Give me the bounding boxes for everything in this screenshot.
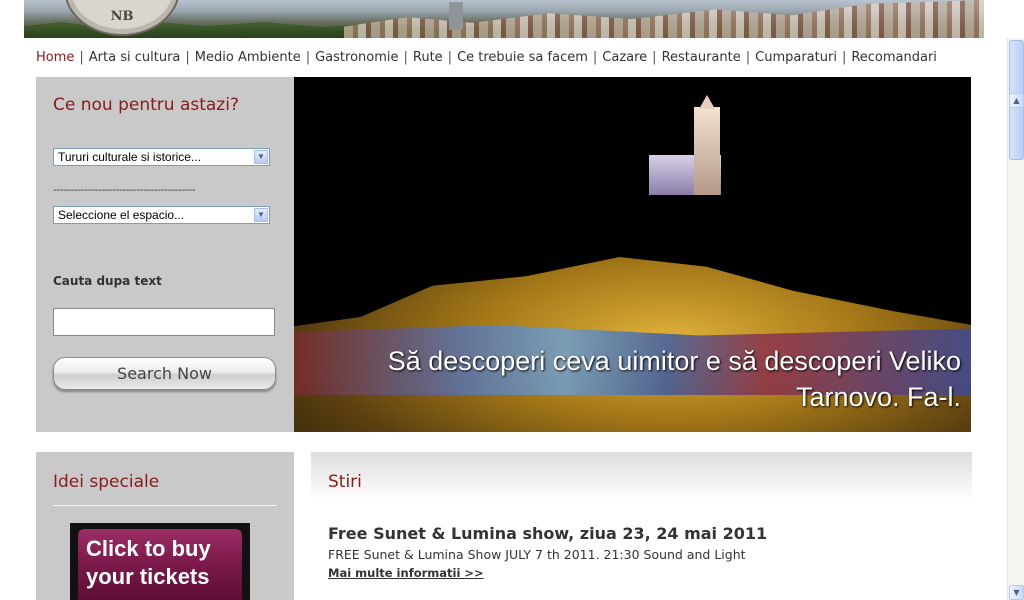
hero-image: Să descoperi ceva uimitor e să descoperi… bbox=[294, 77, 971, 432]
vertical-scrollbar[interactable]: ▲ ▼ bbox=[1007, 38, 1024, 600]
banner-town bbox=[344, 0, 984, 38]
buy-tickets-banner[interactable]: Click to buy your tickets bbox=[70, 523, 250, 600]
search-input[interactable] bbox=[53, 308, 275, 336]
divider bbox=[53, 505, 277, 506]
banner-tower bbox=[449, 2, 463, 30]
search-panel-title: Ce nou pentru astazi? bbox=[53, 95, 239, 115]
news-section: Stiri Free Sunet & Lumina show, ziua 23,… bbox=[311, 452, 972, 600]
logo-text: NB bbox=[110, 9, 134, 24]
scroll-down-icon[interactable]: ▼ bbox=[1009, 585, 1024, 600]
scroll-up-icon[interactable]: ▲ bbox=[1009, 93, 1024, 108]
header-banner: NB bbox=[24, 0, 984, 38]
nav-separator: | bbox=[745, 50, 751, 65]
hero-caption: Să descoperi ceva uimitor e să descoperi… bbox=[387, 346, 961, 412]
nav-separator: | bbox=[403, 50, 408, 65]
nav-item-recomandari[interactable]: Recomandari bbox=[851, 50, 937, 65]
space-select-value: Seleccione el espacio... bbox=[58, 208, 185, 222]
nav-item-gastronomie[interactable]: Gastronomie bbox=[315, 50, 398, 65]
nav-item-cumparaturi[interactable]: Cumparaturi bbox=[755, 50, 837, 65]
nav-separator: | bbox=[447, 50, 453, 65]
search-panel: Ce nou pentru astazi? Tururi culturale s… bbox=[36, 77, 294, 432]
news-item-text: FREE Sunet & Lumina Show JULY 7 th 2011.… bbox=[328, 547, 746, 562]
divider: ----------------------------------------… bbox=[53, 183, 196, 196]
news-item-headline[interactable]: Free Sunet & Lumina show, ziua 23, 24 ma… bbox=[328, 524, 767, 543]
chevron-down-icon[interactable]: ▼ bbox=[254, 150, 268, 164]
space-select[interactable]: Seleccione el espacio... ▼ bbox=[53, 206, 270, 224]
buy-tickets-label: Click to buy your tickets bbox=[78, 529, 242, 600]
special-ideas-title: Idei speciale bbox=[53, 472, 160, 492]
nav-item-ce-trebuie-sa-facem[interactable]: Ce trebuie sa facem bbox=[457, 50, 588, 65]
hero-church-tower bbox=[694, 107, 720, 195]
nav-separator: | bbox=[841, 50, 847, 65]
chevron-down-icon[interactable]: ▼ bbox=[254, 208, 268, 222]
special-ideas-panel: Idei speciale Click to buy your tickets bbox=[36, 452, 294, 600]
tour-type-select[interactable]: Tururi culturale si istorice... ▼ bbox=[53, 148, 270, 166]
nav-item-cazare[interactable]: Cazare bbox=[602, 50, 647, 65]
news-title: Stiri bbox=[328, 472, 362, 492]
search-label: Cauta dupa text bbox=[53, 274, 162, 288]
news-item-more-link[interactable]: Mai multe informatii >> bbox=[328, 566, 484, 580]
nav-item-restaurante[interactable]: Restaurante bbox=[662, 50, 741, 65]
tour-type-select-value: Tururi culturale si istorice... bbox=[58, 150, 201, 164]
nav-item-arta-si-cultura[interactable]: Arta si cultura bbox=[89, 50, 181, 65]
nav-separator: | bbox=[592, 50, 598, 65]
nav-separator: | bbox=[652, 50, 657, 65]
nav-separator: | bbox=[305, 50, 311, 65]
main-nav: Home | Arta si cultura | Medio Ambiente | Gast… bbox=[36, 50, 937, 65]
nav-item-medio-ambiente[interactable]: Medio Ambiente bbox=[195, 50, 301, 65]
search-button[interactable]: Search Now bbox=[53, 357, 276, 390]
nav-separator: | bbox=[79, 50, 84, 65]
nav-item-rute[interactable]: Rute bbox=[413, 50, 443, 65]
nav-item-home[interactable]: Home bbox=[36, 50, 74, 65]
nav-separator: | bbox=[185, 50, 190, 65]
